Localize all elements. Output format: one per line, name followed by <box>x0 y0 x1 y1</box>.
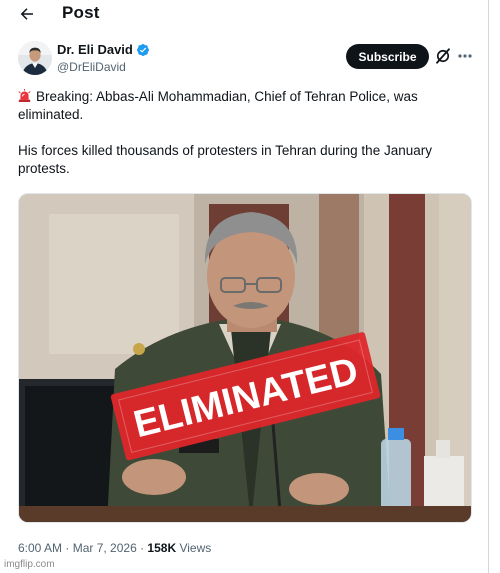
post-date[interactable]: Mar 7, 2026 <box>73 541 137 555</box>
back-button[interactable] <box>14 2 40 26</box>
tweet-paragraph-2: His forces killed thousands of protester… <box>18 142 478 178</box>
tweet-line-2: His forces killed thousands of protester… <box>18 143 432 176</box>
tweet-media[interactable]: ELIMINATED <box>18 193 472 523</box>
post-header: Post <box>0 0 489 30</box>
tweet-text: Breaking: Abbas-Ali Mohammadian, Chief o… <box>18 88 478 178</box>
media-photo: ELIMINATED <box>19 194 471 522</box>
avatar[interactable] <box>18 41 52 75</box>
more-button[interactable] <box>457 47 473 65</box>
author-name-text: Dr. Eli David <box>57 42 133 57</box>
tweet-paragraph-1: Breaking: Abbas-Ali Mohammadian, Chief o… <box>18 88 478 124</box>
arrow-left-icon <box>20 8 33 20</box>
more-icon <box>458 54 472 58</box>
rotating-light-icon <box>18 89 31 102</box>
verified-badge-icon <box>136 43 149 56</box>
subscribe-button[interactable]: Subscribe <box>346 44 429 69</box>
meta-separator: · <box>136 541 148 555</box>
author-handle[interactable]: @DrEliDavid <box>57 60 126 74</box>
views-label: Views <box>176 541 212 555</box>
tweet-line-1: Breaking: Abbas-Ali Mohammadian, Chief o… <box>18 89 418 122</box>
post-meta: 6:00 AM · Mar 7, 2026 · 158K Views <box>18 541 211 555</box>
post-frame: Post Dr. Eli David @DrEliDavid Subscribe <box>0 0 489 573</box>
grok-icon[interactable] <box>434 47 452 65</box>
views-count[interactable]: 158K <box>147 541 176 555</box>
page-title: Post <box>62 3 100 22</box>
author-name[interactable]: Dr. Eli David <box>57 42 150 57</box>
watermark: imgflip.com <box>4 559 55 570</box>
post-time[interactable]: 6:00 AM <box>18 541 62 555</box>
meta-separator: · <box>62 541 73 555</box>
